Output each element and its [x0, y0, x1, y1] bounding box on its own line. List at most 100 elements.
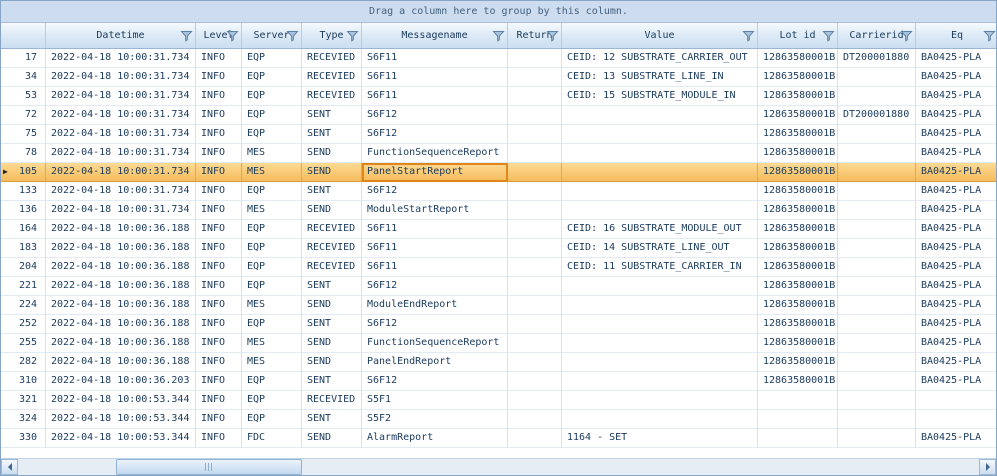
cell-server[interactable]: EQP — [242, 410, 302, 429]
cell-type[interactable]: SEND — [302, 334, 362, 353]
table-row[interactable]: 2822022-04-18 10:00:36.188INFOMESSENDPan… — [1, 353, 996, 372]
cell-lotid[interactable]: 12863580001B — [758, 277, 838, 296]
cell-datetime[interactable]: 2022-04-18 10:00:36.188 — [46, 239, 196, 258]
table-row[interactable]: 172022-04-18 10:00:31.734INFOEQPRECEVIED… — [1, 49, 996, 68]
cell-id[interactable]: 34 — [1, 68, 46, 87]
column-header-datetime[interactable]: Datetime — [46, 23, 196, 48]
cell-carrierid[interactable] — [838, 429, 916, 448]
cell-level[interactable]: INFO — [196, 182, 242, 201]
cell-eq[interactable]: BA0425-PLA — [916, 372, 996, 391]
cell-id[interactable]: 183 — [1, 239, 46, 258]
cell-ret[interactable] — [508, 239, 562, 258]
cell-eq[interactable]: BA0425-PLA — [916, 125, 996, 144]
cell-message[interactable]: S5F1 — [362, 391, 508, 410]
cell-lotid[interactable]: 12863580001B — [758, 144, 838, 163]
cell-value[interactable] — [562, 296, 758, 315]
cell-datetime[interactable]: 2022-04-18 10:00:31.734 — [46, 182, 196, 201]
cell-lotid[interactable]: 12863580001B — [758, 372, 838, 391]
cell-ret[interactable] — [508, 144, 562, 163]
cell-level[interactable]: INFO — [196, 429, 242, 448]
cell-ret[interactable] — [508, 296, 562, 315]
cell-type[interactable]: SENT — [302, 410, 362, 429]
cell-datetime[interactable]: 2022-04-18 10:00:31.734 — [46, 163, 196, 182]
cell-server[interactable]: EQP — [242, 87, 302, 106]
cell-server[interactable]: EQP — [242, 220, 302, 239]
filter-funnel-icon[interactable] — [900, 30, 913, 42]
cell-carrierid[interactable] — [838, 372, 916, 391]
table-row[interactable]: 3212022-04-18 10:00:53.344INFOEQPRECEVIE… — [1, 391, 996, 410]
cell-value[interactable]: CEID: 11 SUBSTRATE_CARRIER_IN — [562, 258, 758, 277]
cell-eq[interactable]: BA0425-PLA — [916, 239, 996, 258]
cell-id[interactable]: 164 — [1, 220, 46, 239]
cell-eq[interactable]: BA0425-PLA — [916, 201, 996, 220]
cell-eq[interactable]: BA0425-PLA — [916, 277, 996, 296]
cell-ret[interactable] — [508, 68, 562, 87]
cell-level[interactable]: INFO — [196, 68, 242, 87]
cell-value[interactable] — [562, 125, 758, 144]
table-row[interactable]: 2552022-04-18 10:00:36.188INFOMESSENDFun… — [1, 334, 996, 353]
cell-server[interactable]: EQP — [242, 277, 302, 296]
cell-server[interactable]: EQP — [242, 182, 302, 201]
cell-ret[interactable] — [508, 372, 562, 391]
cell-carrierid[interactable] — [838, 334, 916, 353]
cell-level[interactable]: INFO — [196, 49, 242, 68]
cell-carrierid[interactable]: DT200001880 — [838, 49, 916, 68]
table-row[interactable]: 1832022-04-18 10:00:36.188INFOEQPRECEVIE… — [1, 239, 996, 258]
cell-ret[interactable] — [508, 334, 562, 353]
cell-level[interactable]: INFO — [196, 296, 242, 315]
cell-message[interactable]: S6F12 — [362, 372, 508, 391]
cell-value[interactable]: CEID: 15 SUBSTRATE_MODULE_IN — [562, 87, 758, 106]
cell-lotid[interactable] — [758, 429, 838, 448]
cell-id[interactable]: 136 — [1, 201, 46, 220]
cell-datetime[interactable]: 2022-04-18 10:00:31.734 — [46, 87, 196, 106]
column-header-id[interactable] — [1, 23, 46, 48]
cell-carrierid[interactable] — [838, 220, 916, 239]
cell-datetime[interactable]: 2022-04-18 10:00:36.188 — [46, 315, 196, 334]
table-row[interactable]: 1332022-04-18 10:00:31.734INFOEQPSENTS6F… — [1, 182, 996, 201]
cell-server[interactable]: MES — [242, 201, 302, 220]
cell-datetime[interactable]: 2022-04-18 10:00:31.734 — [46, 144, 196, 163]
cell-lotid[interactable]: 12863580001B — [758, 49, 838, 68]
filter-funnel-icon[interactable] — [286, 30, 299, 42]
cell-eq[interactable]: BA0425-PLA — [916, 334, 996, 353]
cell-message[interactable]: S6F12 — [362, 315, 508, 334]
filter-funnel-icon[interactable] — [180, 30, 193, 42]
cell-datetime[interactable]: 2022-04-18 10:00:31.734 — [46, 49, 196, 68]
cell-message[interactable]: S6F11 — [362, 258, 508, 277]
cell-datetime[interactable]: 2022-04-18 10:00:31.734 — [46, 201, 196, 220]
cell-type[interactable]: SENT — [302, 372, 362, 391]
cell-message[interactable]: S6F11 — [362, 239, 508, 258]
cell-carrierid[interactable] — [838, 296, 916, 315]
column-header-eq[interactable]: Eq — [916, 23, 996, 48]
cell-server[interactable]: EQP — [242, 68, 302, 87]
cell-carrierid[interactable]: DT200001880 — [838, 106, 916, 125]
cell-level[interactable]: INFO — [196, 125, 242, 144]
cell-message[interactable]: ModuleStartReport — [362, 201, 508, 220]
cell-ret[interactable] — [508, 220, 562, 239]
cell-lotid[interactable]: 12863580001B — [758, 315, 838, 334]
cell-type[interactable]: SEND — [302, 201, 362, 220]
table-row[interactable]: 2212022-04-18 10:00:36.188INFOEQPSENTS6F… — [1, 277, 996, 296]
cell-eq[interactable]: BA0425-PLA — [916, 106, 996, 125]
cell-lotid[interactable]: 12863580001B — [758, 87, 838, 106]
filter-funnel-icon[interactable] — [822, 30, 835, 42]
column-header-level[interactable]: Level — [196, 23, 242, 48]
cell-type[interactable]: RECEVIED — [302, 87, 362, 106]
cell-value[interactable] — [562, 334, 758, 353]
cell-lotid[interactable] — [758, 410, 838, 429]
cell-value[interactable]: CEID: 12 SUBSTRATE_CARRIER_OUT — [562, 49, 758, 68]
cell-lotid[interactable]: 12863580001B — [758, 182, 838, 201]
cell-type[interactable]: RECEVIED — [302, 391, 362, 410]
cell-server[interactable]: MES — [242, 163, 302, 182]
cell-id[interactable]: 252 — [1, 315, 46, 334]
cell-id[interactable]: 133 — [1, 182, 46, 201]
cell-datetime[interactable]: 2022-04-18 10:00:36.188 — [46, 277, 196, 296]
cell-value[interactable] — [562, 372, 758, 391]
cell-message[interactable]: S6F12 — [362, 277, 508, 296]
cell-eq[interactable]: BA0425-PLA — [916, 49, 996, 68]
cell-carrierid[interactable] — [838, 68, 916, 87]
column-header-carrierid[interactable]: Carrierid — [838, 23, 916, 48]
cell-message[interactable]: S6F12 — [362, 106, 508, 125]
cell-level[interactable]: INFO — [196, 220, 242, 239]
cell-type[interactable]: RECEVIED — [302, 220, 362, 239]
